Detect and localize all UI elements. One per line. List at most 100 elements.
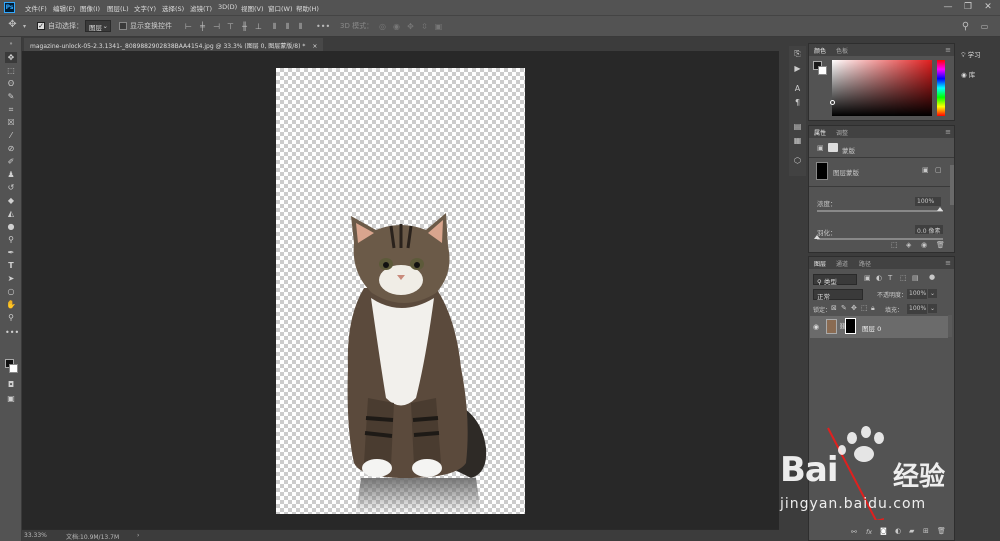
align-hcenter-icon[interactable]: ╪ — [198, 22, 207, 31]
color-picker-marker[interactable] — [830, 100, 835, 105]
fill-value[interactable]: 100% — [907, 304, 927, 314]
menu-layer[interactable]: 图层(L) — [107, 3, 129, 13]
menu-window[interactable]: 窗口(W) — [268, 3, 293, 13]
background-color-swatch[interactable] — [9, 364, 18, 373]
zoom-tool-icon[interactable]: ⚲ — [5, 312, 17, 323]
eyedropper-tool-icon[interactable]: ⁄ — [5, 130, 17, 141]
tool-preset-dropdown-icon[interactable]: ▾ — [20, 22, 29, 31]
layer-name[interactable]: 图层 0 — [862, 323, 881, 333]
quick-select-tool-icon[interactable]: ✎ — [5, 91, 17, 102]
apply-mask-icon[interactable]: ◈ — [906, 241, 911, 249]
density-slider[interactable] — [817, 210, 943, 212]
healing-brush-tool-icon[interactable]: ⊘ — [5, 143, 17, 154]
background-color-swatch[interactable] — [818, 66, 827, 75]
distribute-right-icon[interactable]: ⫴ — [296, 22, 305, 31]
close-window-button[interactable]: ✕ — [978, 1, 998, 14]
menu-view[interactable]: 视图(V) — [241, 3, 264, 13]
path-select-tool-icon[interactable]: ➤ — [5, 273, 17, 284]
menu-select[interactable]: 选择(S) — [162, 3, 184, 13]
3d-scale-icon[interactable]: ▣ — [434, 22, 443, 31]
menu-file[interactable]: 文件(F) — [25, 3, 47, 13]
status-menu-arrow[interactable]: › — [137, 532, 139, 539]
layer-visibility-eye-icon[interactable]: ◉ — [813, 323, 819, 331]
3d-pan-icon[interactable]: ✥ — [406, 22, 415, 31]
frame-tool-icon[interactable]: ☒ — [5, 117, 17, 128]
filter-toggle-icon[interactable]: ● — [929, 273, 935, 281]
align-top-icon[interactable]: ⊤ — [226, 22, 235, 31]
tab-properties[interactable]: 属性 — [814, 128, 826, 137]
library-tab[interactable]: ◉ 库 — [961, 69, 975, 79]
delete-mask-icon[interactable]: 🗑︎ — [936, 241, 945, 249]
screen-mode-icon[interactable]: ▣ — [5, 393, 17, 404]
menu-image[interactable]: 图像(I) — [80, 3, 100, 13]
actions-panel-icon[interactable]: ▶ — [793, 64, 802, 73]
pen-tool-icon[interactable]: ✒ — [5, 247, 17, 258]
tab-swatches[interactable]: 色板 — [836, 46, 848, 55]
more-options-icon[interactable]: ••• — [316, 22, 330, 31]
link-layers-icon[interactable]: ⚯ — [851, 528, 857, 536]
character-panel-icon[interactable]: A — [793, 84, 802, 93]
add-layer-style-icon[interactable]: fx — [866, 528, 872, 536]
delete-layer-icon[interactable]: 🗑︎ — [937, 527, 946, 535]
menu-type[interactable]: 文字(Y) — [134, 3, 156, 13]
layer-mask-thumbnail[interactable] — [816, 162, 828, 180]
lock-artboard-icon[interactable]: ⬚ — [861, 304, 868, 312]
distribute-left-icon[interactable]: ⫴ — [270, 22, 279, 31]
lock-all-icon[interactable]: 🔒︎ — [871, 304, 875, 313]
filter-type-icon[interactable]: T — [888, 274, 892, 282]
opacity-value[interactable]: 100% — [907, 289, 927, 299]
color-field[interactable] — [832, 60, 932, 116]
toolbox-collapse-icon[interactable]: » — [5, 39, 17, 50]
panel-menu-icon[interactable]: ≡ — [945, 46, 951, 54]
document-canvas[interactable] — [276, 68, 525, 514]
distribute-hcenter-icon[interactable]: ⫴ — [283, 22, 292, 31]
paragraph-panel-icon[interactable]: ¶ — [793, 98, 802, 107]
menu-help[interactable]: 帮助(H) — [296, 3, 319, 13]
tab-channels[interactable]: 通道 — [836, 259, 848, 268]
tab-layers[interactable]: 图层 — [814, 259, 826, 268]
feather-slider[interactable] — [817, 238, 943, 240]
close-tab-icon[interactable]: × — [312, 43, 317, 50]
menu-edit[interactable]: 编辑(E) — [53, 3, 75, 13]
panel-menu-icon[interactable]: ≡ — [945, 259, 951, 267]
auto-select-target-dropdown[interactable]: 图层 ⌄ — [85, 20, 111, 32]
layer-row[interactable]: ◉ ⛓︎ 图层 0 — [810, 316, 948, 338]
filter-smart-object-icon[interactable]: ▤ — [912, 274, 919, 282]
menu-3d[interactable]: 3D(D) — [218, 3, 237, 11]
load-selection-icon[interactable]: ⬚ — [891, 241, 898, 249]
fill-dropdown-icon[interactable]: ⌄ — [928, 304, 938, 313]
3d-roll-icon[interactable]: ◉ — [392, 22, 401, 31]
blur-tool-icon[interactable]: ● — [5, 221, 17, 232]
tab-paths[interactable]: 路径 — [859, 259, 871, 268]
type-tool-icon[interactable]: T — [5, 260, 17, 271]
history-brush-tool-icon[interactable]: ↺ — [5, 182, 17, 193]
visibility-icon[interactable]: ◉ — [921, 241, 927, 249]
move-tool-icon[interactable]: ✥ — [8, 20, 17, 30]
eraser-tool-icon[interactable]: ◆ — [5, 195, 17, 206]
layer-mask-thumbnail[interactable] — [845, 318, 856, 334]
align-right-icon[interactable]: ⊣ — [212, 22, 221, 31]
lock-position-icon[interactable]: ✥ — [851, 304, 857, 312]
hand-tool-icon[interactable]: ✋ — [5, 299, 17, 310]
menu-filter[interactable]: 滤镜(T) — [190, 3, 212, 13]
dodge-tool-icon[interactable]: ⚲ — [5, 234, 17, 245]
zoom-level[interactable]: 33.33% — [24, 532, 47, 539]
3d-slide-icon[interactable]: ⇳ — [420, 22, 429, 31]
layer-filter-dropdown[interactable]: ⚲ 类型 — [813, 274, 857, 286]
clone-stamp-tool-icon[interactable]: ♟ — [5, 169, 17, 180]
3d-panel-icon[interactable]: ⬡ — [793, 156, 802, 165]
tab-color[interactable]: 颜色 — [814, 46, 826, 55]
3d-orbit-icon[interactable]: ◎ — [378, 22, 387, 31]
learn-tab[interactable]: 💡︎ 学习 — [961, 49, 981, 60]
filter-pixel-icon[interactable]: ▣ — [864, 274, 871, 282]
add-mask-icon[interactable]: ◙ — [880, 527, 887, 535]
tab-adjustments[interactable]: 调整 — [836, 128, 848, 137]
lock-transparent-icon[interactable]: ⊠ — [831, 304, 837, 312]
layer-mask-icon[interactable] — [828, 143, 838, 152]
align-vcenter-icon[interactable]: ╫ — [240, 22, 249, 31]
hue-slider[interactable] — [937, 60, 945, 116]
move-tool-icon[interactable]: ✥ — [5, 52, 17, 63]
crop-tool-icon[interactable]: ⌗ — [5, 104, 17, 115]
align-left-icon[interactable]: ⊢ — [184, 22, 193, 31]
adjustment-layer-icon[interactable]: ◐ — [895, 527, 901, 535]
